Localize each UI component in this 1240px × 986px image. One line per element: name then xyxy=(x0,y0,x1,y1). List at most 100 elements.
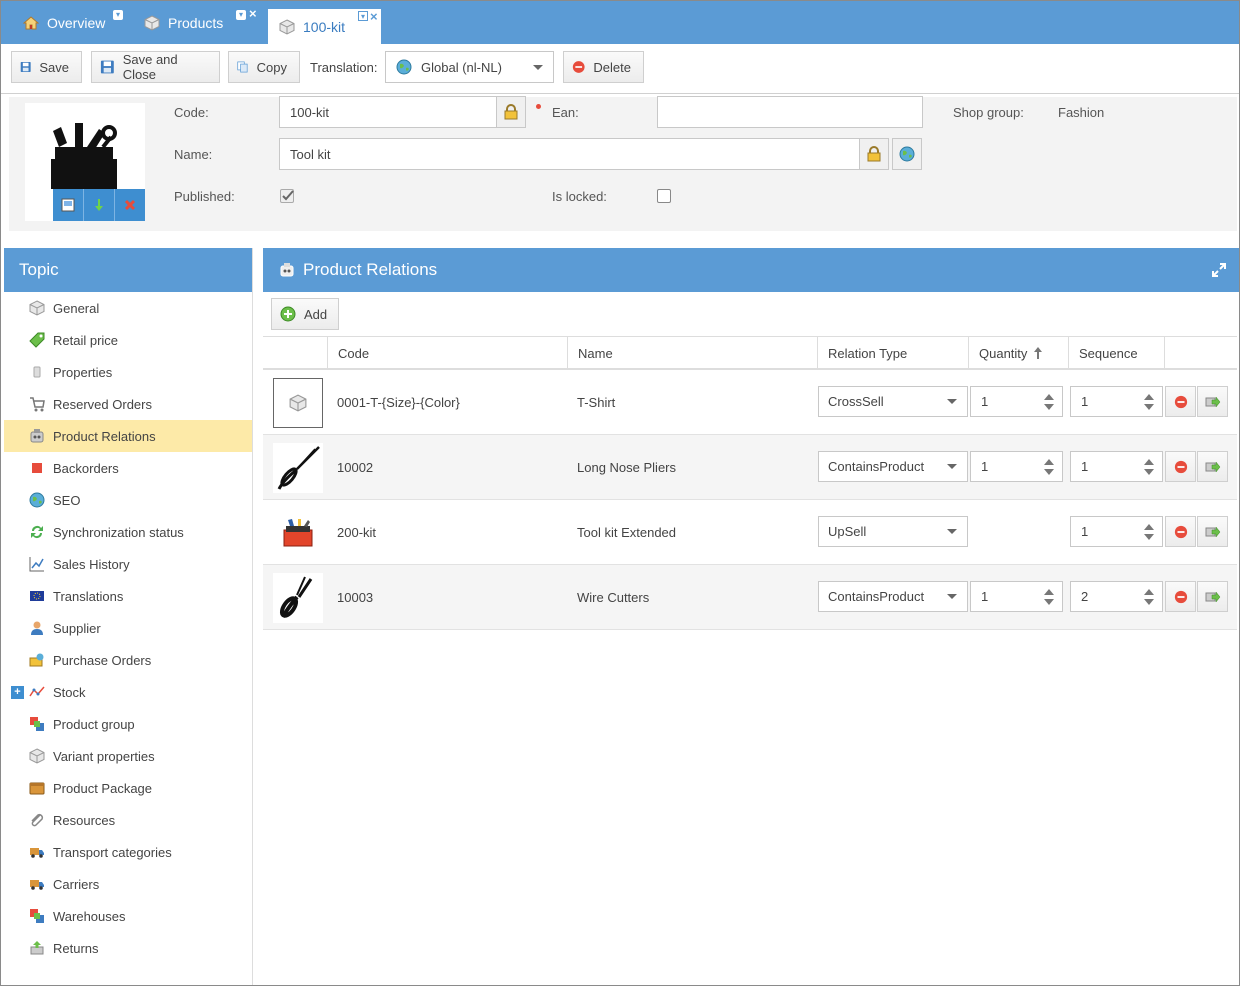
name-column-header[interactable]: Name xyxy=(567,337,817,369)
published-label: Published: xyxy=(174,189,235,204)
quantity-stepper[interactable]: 1 xyxy=(970,451,1063,482)
topic-item-variant-properties[interactable]: Variant properties xyxy=(4,740,252,772)
sequence-stepper[interactable]: 1 xyxy=(1070,386,1163,417)
remove-relation-button[interactable] xyxy=(1165,516,1196,547)
relation-type-column-header[interactable]: Relation Type xyxy=(817,337,968,369)
topic-item-supplier[interactable]: Supplier xyxy=(4,612,252,644)
relation-type-select[interactable]: ContainsProduct xyxy=(818,581,968,612)
image-remove-button[interactable] xyxy=(115,189,145,221)
sequence-value: 1 xyxy=(1081,524,1089,539)
expand-plus-icon[interactable]: + xyxy=(11,686,24,699)
expand-icon[interactable] xyxy=(1211,262,1227,278)
ean-field[interactable] xyxy=(657,96,923,128)
topic-item-transport-categories[interactable]: Transport categories xyxy=(4,836,252,868)
quantity-stepper[interactable]: 1 xyxy=(970,386,1063,417)
relation-type-select[interactable]: CrossSell xyxy=(818,386,968,417)
tab-overview-menu-icon[interactable]: ▾ xyxy=(113,10,123,20)
stepper-down-icon[interactable] xyxy=(1044,404,1054,410)
sequence-column-header[interactable]: Sequence xyxy=(1068,337,1164,369)
topic-item-product-group[interactable]: Product group xyxy=(4,708,252,740)
sequence-stepper[interactable]: 1 xyxy=(1070,516,1163,547)
stepper-up-icon[interactable] xyxy=(1044,589,1054,595)
open-relation-button[interactable] xyxy=(1197,386,1228,417)
topic-item-retail-price[interactable]: Retail price xyxy=(4,324,252,356)
tab-label: 100-kit xyxy=(303,18,346,35)
topic-item-synchronization-status[interactable]: Synchronization status xyxy=(4,516,252,548)
published-checkbox[interactable] xyxy=(280,189,294,203)
code-field[interactable]: 100-kit xyxy=(279,96,497,128)
topic-item-purchase-orders[interactable]: Purchase Orders xyxy=(4,644,252,676)
relations-icon xyxy=(30,429,44,443)
stepper-down-icon[interactable] xyxy=(1044,469,1054,475)
save-button[interactable]: Save xyxy=(11,51,82,83)
topic-item-properties[interactable]: Properties xyxy=(4,356,252,388)
name-field[interactable]: Tool kit xyxy=(279,138,860,170)
topic-item-returns[interactable]: Returns xyxy=(4,932,252,964)
is-locked-checkbox[interactable] xyxy=(657,189,671,203)
tab-bar: Overview ▾ Products ▾ × 100-kit ▾ × xyxy=(1,1,1239,44)
open-relation-button[interactable] xyxy=(1197,581,1228,612)
tab-label: Products xyxy=(168,14,224,31)
stepper-down-icon[interactable] xyxy=(1044,599,1054,605)
code-lock-button[interactable] xyxy=(496,96,526,128)
sequence-stepper[interactable]: 1 xyxy=(1070,451,1163,482)
stepper-up-icon[interactable] xyxy=(1044,394,1054,400)
cube-icon xyxy=(29,300,45,316)
stepper-up-icon[interactable] xyxy=(1144,459,1154,465)
topic-item-sales-history[interactable]: Sales History xyxy=(4,548,252,580)
add-relation-button[interactable]: Add xyxy=(271,298,339,330)
relation-type-select[interactable]: UpSell xyxy=(818,516,968,547)
tab-close-icon[interactable]: × xyxy=(370,9,378,24)
image-edit-button[interactable] xyxy=(53,189,84,221)
copy-button[interactable]: Copy xyxy=(228,51,300,83)
delete-button[interactable]: Delete xyxy=(563,51,644,83)
topic-item-general[interactable]: General xyxy=(4,292,252,324)
topic-item-backorders[interactable]: Backorders xyxy=(4,452,252,484)
remove-relation-button[interactable] xyxy=(1165,581,1196,612)
stepper-down-icon[interactable] xyxy=(1144,404,1154,410)
tab-products[interactable]: Products xyxy=(144,1,223,44)
sequence-stepper[interactable]: 2 xyxy=(1070,581,1163,612)
sequence-value: 1 xyxy=(1081,394,1089,409)
save-and-close-button[interactable]: Save and Close xyxy=(91,51,220,83)
tab-products-menu-icon[interactable]: ▾ xyxy=(236,10,246,20)
package-icon xyxy=(29,782,45,795)
topic-item-stock[interactable]: + Stock xyxy=(4,676,252,708)
topic-list: General Retail price Properties Reserved… xyxy=(4,292,252,964)
stepper-down-icon[interactable] xyxy=(1144,469,1154,475)
topic-item-seo[interactable]: SEO xyxy=(4,484,252,516)
stepper-up-icon[interactable] xyxy=(1144,589,1154,595)
stepper-up-icon[interactable] xyxy=(1144,524,1154,530)
name-lock-button[interactable] xyxy=(859,138,889,170)
topic-item-product-package[interactable]: Product Package xyxy=(4,772,252,804)
stepper-down-icon[interactable] xyxy=(1144,599,1154,605)
purchase-icon xyxy=(29,653,44,667)
lock-icon xyxy=(867,146,881,162)
name-translate-button[interactable] xyxy=(892,138,922,170)
topic-item-product-relations[interactable]: Product Relations xyxy=(4,420,252,452)
quantity-column-header[interactable]: Quantity xyxy=(968,337,1068,369)
remove-relation-button[interactable] xyxy=(1165,386,1196,417)
topic-item-carriers[interactable]: Carriers xyxy=(4,868,252,900)
image-download-button[interactable] xyxy=(84,189,115,221)
remove-relation-button[interactable] xyxy=(1165,451,1196,482)
stepper-up-icon[interactable] xyxy=(1144,394,1154,400)
tab-menu-icon[interactable]: ▾ xyxy=(358,11,368,21)
relation-type-select[interactable]: ContainsProduct xyxy=(818,451,968,482)
stepper-up-icon[interactable] xyxy=(1044,459,1054,465)
tab-products-close-icon[interactable]: × xyxy=(249,7,257,20)
stepper-down-icon[interactable] xyxy=(1144,534,1154,540)
open-relation-button[interactable] xyxy=(1197,451,1228,482)
quantity-stepper[interactable]: 1 xyxy=(970,581,1063,612)
topic-item-label: SEO xyxy=(53,492,81,508)
tab-100-kit[interactable]: 100-kit ▾ × xyxy=(267,8,382,44)
translation-select[interactable]: Global (nl-NL) xyxy=(385,51,554,83)
tab-overview[interactable]: Overview xyxy=(23,1,105,44)
topic-item-reserved-orders[interactable]: Reserved Orders xyxy=(4,388,252,420)
topic-item-translations[interactable]: Translations xyxy=(4,580,252,612)
shop-group-value: Fashion xyxy=(1058,105,1105,120)
code-column-header[interactable]: Code xyxy=(327,337,567,369)
open-relation-button[interactable] xyxy=(1197,516,1228,547)
topic-item-resources[interactable]: Resources xyxy=(4,804,252,836)
topic-item-warehouses[interactable]: Warehouses xyxy=(4,900,252,932)
